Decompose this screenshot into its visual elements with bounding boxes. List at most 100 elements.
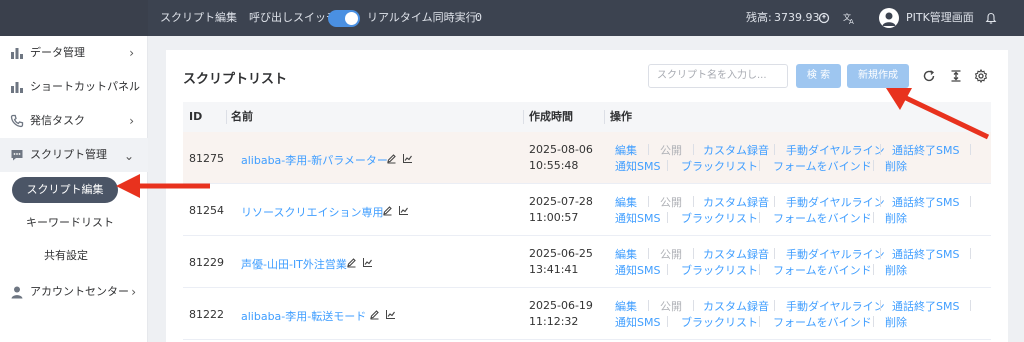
notify-sms-link[interactable]: 通知SMS xyxy=(615,158,660,174)
delete-link[interactable]: 削除 xyxy=(885,262,907,278)
bind-form-link[interactable]: フォームをバインド xyxy=(773,158,872,174)
publish-link: 公開 xyxy=(660,144,682,157)
script-list-card: スクリプトリスト スクリプト名を入力し... 検 索 新規作成 ID 名前 作成… xyxy=(166,50,1008,342)
refresh-balance-icon[interactable] xyxy=(818,12,830,24)
call-end-sms-link[interactable]: 通話終了SMS xyxy=(892,246,959,262)
edit-pencil-icon[interactable] xyxy=(369,309,380,320)
svg-text:A: A xyxy=(849,18,854,25)
edit-link[interactable]: 編集 xyxy=(615,246,637,262)
column-header-actions: 操作 xyxy=(610,110,632,123)
edit-pencil-icon[interactable] xyxy=(386,153,397,164)
edit-link[interactable]: 編集 xyxy=(615,194,637,210)
search-input[interactable]: スクリプト名を入力し... xyxy=(648,64,788,88)
bar-chart-icon xyxy=(11,82,23,93)
line-chart-icon[interactable] xyxy=(402,153,413,164)
line-chart-icon[interactable] xyxy=(398,205,409,216)
created-clock: 13:41:41 xyxy=(529,263,579,276)
realtime-value: 0 xyxy=(475,11,482,24)
manual-dial-line-link[interactable]: 手動ダイヤルライン xyxy=(786,298,885,314)
publish-link: 公開 xyxy=(660,300,682,313)
realtime-label: リアルタイム同時実行: xyxy=(367,11,481,24)
created-date: 2025-07-28 xyxy=(529,195,593,208)
balance-label: 残高: xyxy=(746,11,772,24)
script-name-link[interactable]: 声優-山田-IT外注営業 xyxy=(241,256,347,272)
manual-dial-line-link[interactable]: 手動ダイヤルライン xyxy=(786,246,885,262)
column-header-name: 名前 xyxy=(231,110,253,123)
created-date: 2025-06-25 xyxy=(529,247,593,260)
sidebar-subitem-keyword-list[interactable]: キーワードリスト xyxy=(0,207,148,239)
created-time: 2025-06-25 13:41:41 xyxy=(529,246,593,278)
custom-recording-link[interactable]: カスタム録音 xyxy=(703,246,769,262)
notify-sms-link[interactable]: 通知SMS xyxy=(615,314,660,330)
sidebar-item-account-center[interactable]: アカウントセンター › xyxy=(0,275,148,309)
column-header-id: ID xyxy=(189,110,203,123)
script-name-link[interactable]: alibaba-李用-転送モード xyxy=(241,308,366,324)
delete-link[interactable]: 削除 xyxy=(885,210,907,226)
bell-icon[interactable] xyxy=(985,12,997,25)
blacklist-link[interactable]: ブラックリスト xyxy=(681,262,758,278)
settings-gear-icon[interactable] xyxy=(974,69,988,83)
custom-recording-link[interactable]: カスタム録音 xyxy=(703,298,769,314)
publish-link: 公開 xyxy=(660,248,682,261)
created-date: 2025-06-19 xyxy=(529,299,593,312)
line-chart-icon[interactable] xyxy=(362,257,373,268)
user-icon xyxy=(11,286,23,299)
publish-link: 公開 xyxy=(660,196,682,209)
top-bar: スクリプト編集 呼び出しスイッチ リアルタイム同時実行: 0 残高: 3739.… xyxy=(0,0,1024,36)
line-chart-icon[interactable] xyxy=(385,309,396,320)
sidebar-item-script-management[interactable]: スクリプト管理 ⌄ xyxy=(0,138,148,172)
sidebar-item-label: アカウントセンター xyxy=(30,285,129,298)
script-name-link[interactable]: alibaba-李用-新パラメーター xyxy=(241,152,388,168)
chevron-right-icon: › xyxy=(129,114,134,128)
manual-dial-line-link[interactable]: 手動ダイヤルライン xyxy=(786,142,885,158)
script-name-link[interactable]: リソースクリエイション専用 xyxy=(241,204,383,220)
refresh-icon[interactable] xyxy=(922,69,936,83)
table-row: 81222 alibaba-李用-転送モード 2025-06-19 11:12:32 編… xyxy=(183,288,991,340)
blacklist-link[interactable]: ブラックリスト xyxy=(681,210,758,226)
bind-form-link[interactable]: フォームをバインド xyxy=(773,262,872,278)
sidebar-item-outbound-task[interactable]: 発信タスク › xyxy=(0,104,148,138)
user-name[interactable]: PITK管理画面 xyxy=(906,0,974,36)
custom-recording-link[interactable]: カスタム録音 xyxy=(703,194,769,210)
table-row: 81275 alibaba-李用-新パラメーター 2025-08-06 10:55:4… xyxy=(183,132,991,184)
current-tab-title: スクリプト編集 xyxy=(160,11,237,24)
sidebar-subitem-script-edit[interactable]: スクリプト編集 xyxy=(12,177,118,203)
manual-dial-line-link[interactable]: 手動ダイヤルライン xyxy=(786,194,885,210)
delete-link[interactable]: 削除 xyxy=(885,314,907,330)
created-clock: 10:55:48 xyxy=(529,159,579,172)
sidebar-item-data-management[interactable]: データ管理 › xyxy=(0,36,148,70)
sidebar-subitem-share-settings[interactable]: 共有設定 xyxy=(0,240,148,272)
column-height-icon[interactable] xyxy=(949,69,963,83)
call-switch-label: 呼び出しスイッチ xyxy=(249,11,337,24)
edit-link[interactable]: 編集 xyxy=(615,142,637,158)
blacklist-link[interactable]: ブラックリスト xyxy=(681,158,758,174)
edit-link[interactable]: 編集 xyxy=(615,298,637,314)
created-date: 2025-08-06 xyxy=(529,143,593,156)
user-avatar[interactable] xyxy=(879,8,899,28)
edit-pencil-icon[interactable] xyxy=(346,257,357,268)
table-row: 81254 リソースクリエイション専用 2025-07-28 11:00:57 編集 公開… xyxy=(183,184,991,236)
bind-form-link[interactable]: フォームをバインド xyxy=(773,210,872,226)
call-end-sms-link[interactable]: 通話終了SMS xyxy=(892,298,959,314)
delete-link[interactable]: 削除 xyxy=(885,158,907,174)
annotation-arrow-up xyxy=(886,88,990,140)
call-end-sms-link[interactable]: 通話終了SMS xyxy=(892,194,959,210)
custom-recording-link[interactable]: カスタム録音 xyxy=(703,142,769,158)
notify-sms-link[interactable]: 通知SMS xyxy=(615,262,660,278)
chevron-right-icon: › xyxy=(129,46,134,60)
table-row: 81229 声優-山田-IT外注営業 2025-06-25 13:41:41 編集 公開 カ… xyxy=(183,236,991,288)
call-end-sms-link[interactable]: 通話終了SMS xyxy=(892,142,959,158)
translate-icon[interactable]: 文A xyxy=(843,11,857,25)
bar-chart-icon xyxy=(11,48,23,59)
created-time: 2025-08-06 10:55:48 xyxy=(529,142,593,174)
bind-form-link[interactable]: フォームをバインド xyxy=(773,314,872,330)
notify-sms-link[interactable]: 通知SMS xyxy=(615,210,660,226)
script-id: 81229 xyxy=(189,256,224,269)
search-button[interactable]: 検 索 xyxy=(796,64,841,88)
edit-pencil-icon[interactable] xyxy=(382,205,393,216)
blacklist-link[interactable]: ブラックリスト xyxy=(681,314,758,330)
sidebar-item-shortcut-panel[interactable]: ショートカットパネル xyxy=(0,70,148,104)
call-switch-toggle[interactable] xyxy=(328,10,360,27)
sidebar-item-label: スクリプト管理 xyxy=(30,148,107,161)
sidebar-item-label: データ管理 xyxy=(30,46,85,59)
